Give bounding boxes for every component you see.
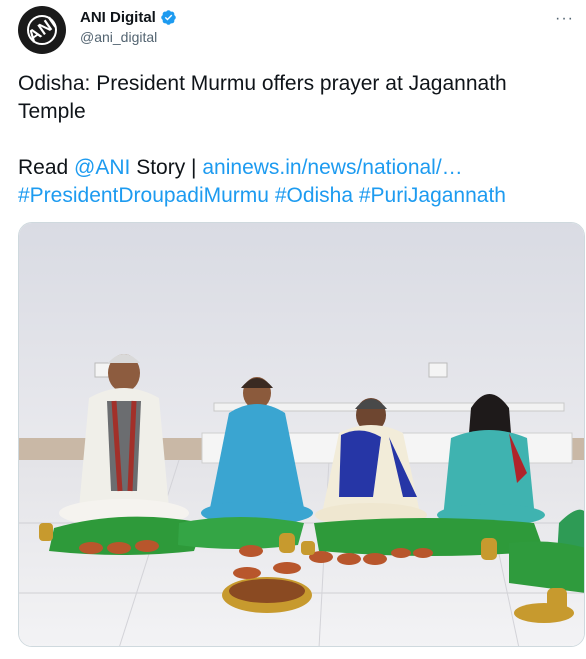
story-text: Story | (130, 156, 203, 179)
url-link[interactable]: aninews.in/news/national/… (202, 156, 462, 179)
read-prefix: Read (18, 156, 75, 179)
tweet-read-line: Read @ANI Story | aninews.in/news/nation… (18, 154, 574, 182)
hashtag-link[interactable]: #PuriJagannath (359, 184, 506, 207)
verified-badge-icon (161, 10, 176, 25)
hashtag-link[interactable]: #Odisha (275, 184, 353, 207)
author-block: ANI Digital @ani_digital (80, 9, 177, 45)
photo-illustration (19, 223, 584, 646)
more-dots-icon[interactable]: ··· (555, 10, 574, 28)
avatar[interactable]: ANI (18, 6, 66, 54)
mention-link[interactable]: @ANI (74, 156, 130, 179)
author-handle[interactable]: @ani_digital (80, 29, 177, 45)
tweet-photo[interactable] (18, 222, 585, 647)
hashtag-link[interactable]: #PresidentDroupadiMurmu (18, 184, 269, 207)
tweet-hashtags-line: #PresidentDroupadiMurmu #Odisha #PuriJag… (18, 182, 574, 210)
tweet-text-line-2: Temple (18, 100, 86, 123)
tweet-text-line-1: Odisha: President Murmu offers prayer at… (18, 72, 507, 95)
avatar-logo-text: ANI (23, 12, 60, 47)
author-name-row[interactable]: ANI Digital (80, 9, 177, 26)
tweet-text: Odisha: President Murmu offers prayer at… (18, 70, 574, 210)
tweet-header: ANI ANI Digital @ani_digital ··· (18, 6, 578, 56)
author-display-name[interactable]: ANI Digital (80, 9, 156, 26)
